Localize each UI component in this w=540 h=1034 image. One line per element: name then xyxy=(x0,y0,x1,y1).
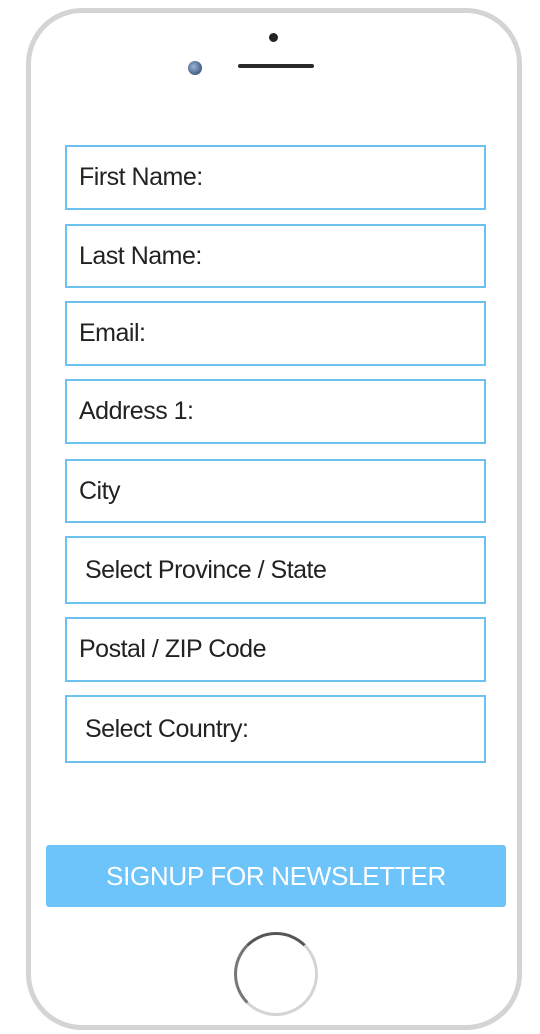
proximity-sensor-dot xyxy=(269,33,278,42)
earpiece-speaker xyxy=(238,64,314,68)
signup-button-label: SIGNUP FOR NEWSLETTER xyxy=(106,860,446,891)
postal-zip-field[interactable]: Postal / ZIP Code xyxy=(65,617,486,682)
city-field[interactable]: City xyxy=(65,459,486,523)
country-select[interactable]: Select Country: xyxy=(65,695,486,763)
last-name-field[interactable]: Last Name: xyxy=(65,224,486,288)
country-label: Select Country: xyxy=(85,714,249,743)
city-label: City xyxy=(79,476,121,505)
email-field[interactable]: Email: xyxy=(65,301,486,366)
signup-newsletter-button[interactable]: SIGNUP FOR NEWSLETTER xyxy=(46,845,506,907)
first-name-field[interactable]: First Name: xyxy=(65,145,486,210)
address-1-label: Address 1: xyxy=(79,397,194,425)
province-state-label: Select Province / State xyxy=(85,555,327,584)
home-button[interactable] xyxy=(234,932,318,1016)
province-state-select[interactable]: Select Province / State xyxy=(65,536,486,604)
address-1-field[interactable]: Address 1: xyxy=(65,379,486,444)
last-name-label: Last Name: xyxy=(79,241,202,270)
postal-zip-label: Postal / ZIP Code xyxy=(79,635,266,663)
first-name-label: First Name: xyxy=(79,163,203,191)
email-label: Email: xyxy=(79,319,146,347)
front-camera-icon xyxy=(188,61,202,75)
